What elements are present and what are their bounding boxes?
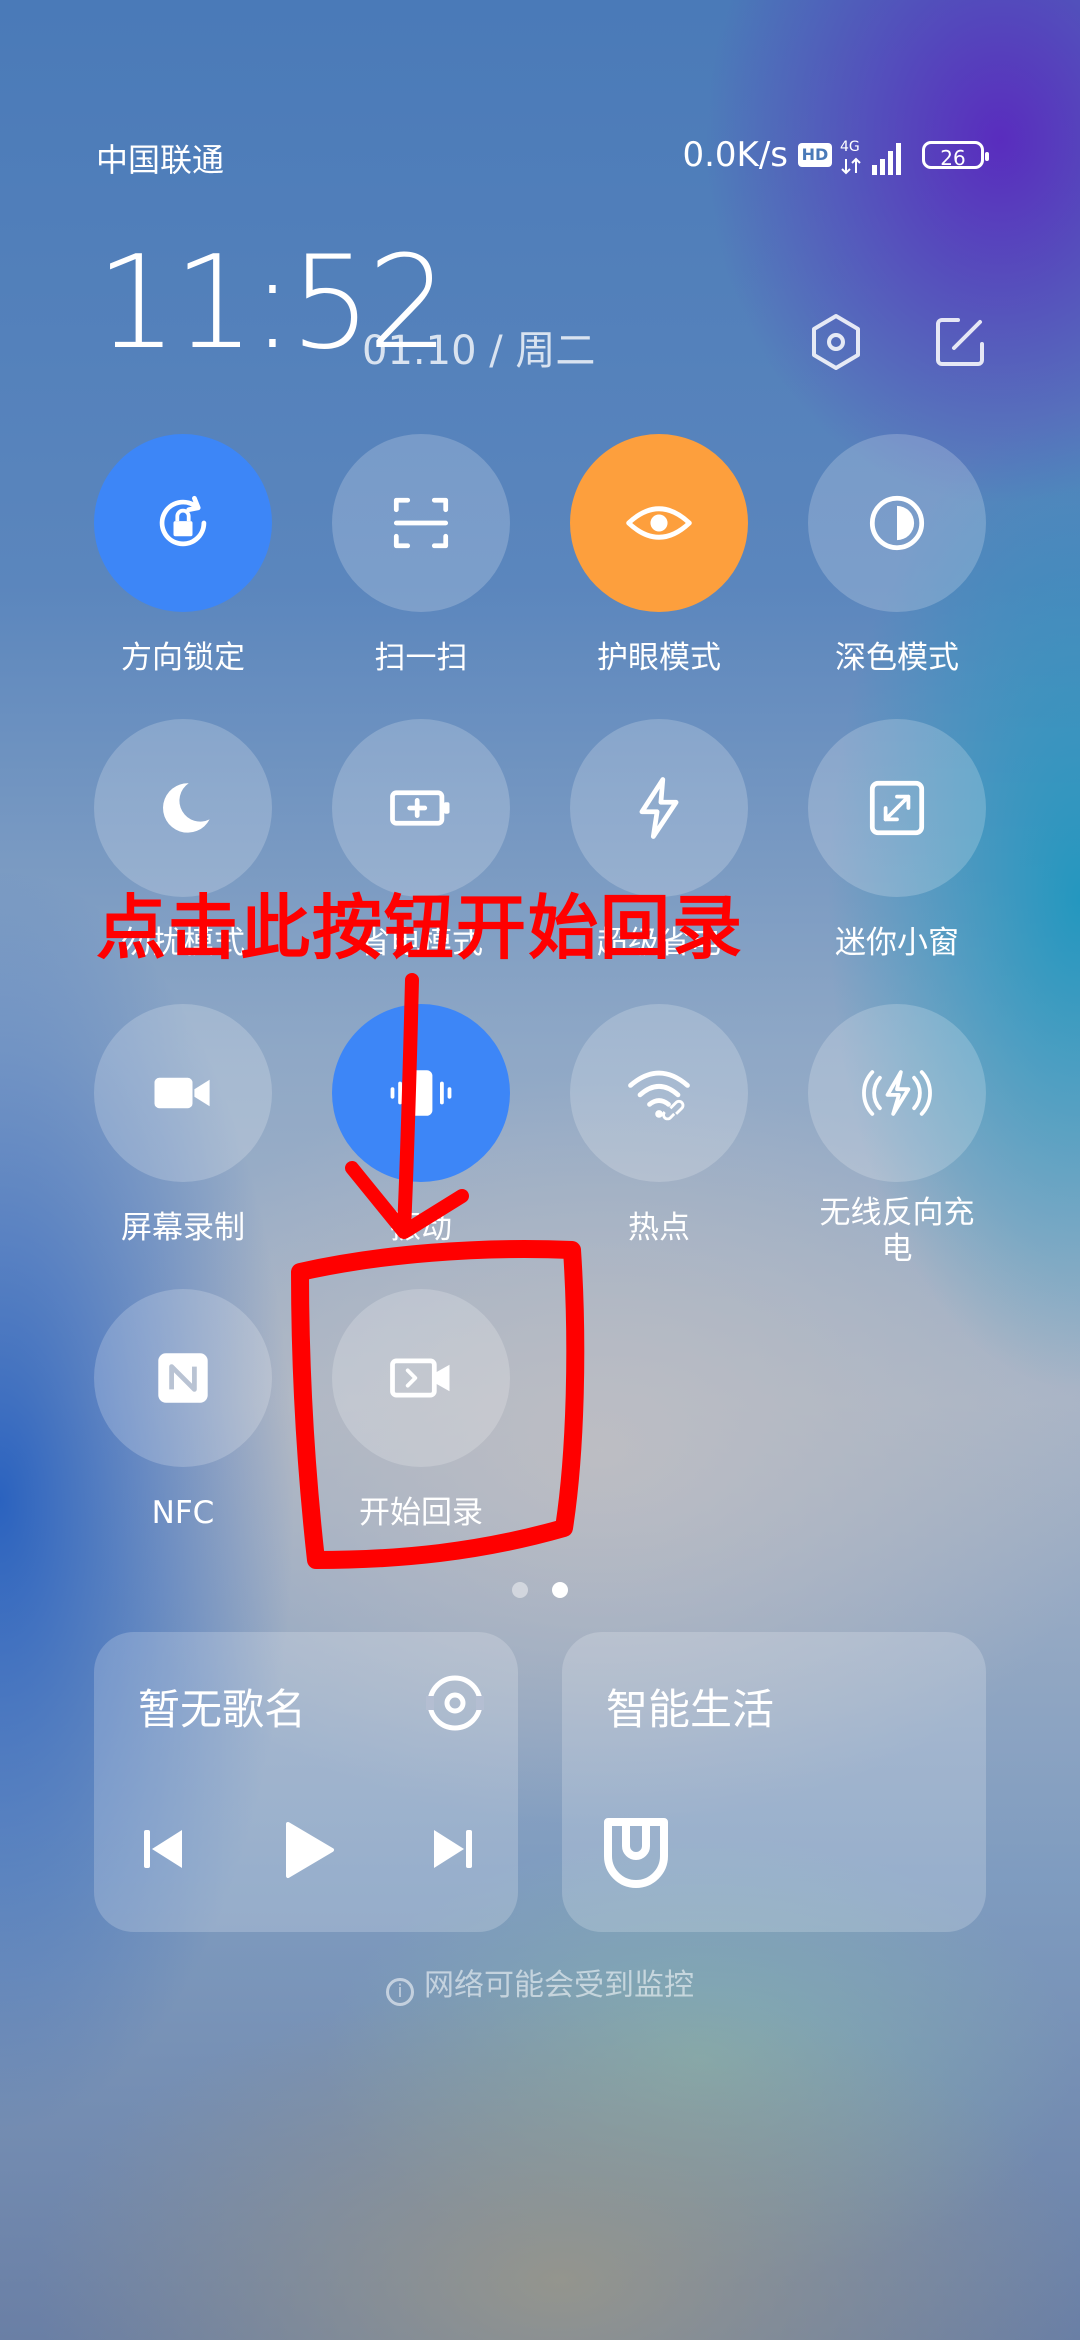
toggle-mini-window[interactable]: [808, 719, 986, 897]
toggle-eye-comfort[interactable]: [570, 434, 748, 612]
settings-icon[interactable]: [804, 310, 868, 374]
battery-saver-icon: [390, 790, 450, 826]
rotation-lock-icon: [159, 495, 207, 547]
tile-label: 护眼模式: [597, 640, 721, 676]
battery-indicator: 26: [922, 141, 989, 170]
smart-life-card[interactable]: 智能生活: [562, 1632, 986, 1932]
smart-life-title: 智能生活: [606, 1685, 775, 1734]
network-type: 4G: [840, 139, 860, 155]
toggle-scan[interactable]: [332, 434, 510, 612]
mi-home-icon: [604, 1818, 668, 1888]
toggle-screen-record[interactable]: [94, 1004, 272, 1182]
media-card[interactable]: 暂无歌名: [94, 1632, 518, 1932]
toggle-reverse-charge[interactable]: [808, 1004, 986, 1182]
tile-label: 方向锁定: [121, 640, 245, 676]
tile-label: 开始回录: [359, 1495, 483, 1531]
annotation-text: 点击此按钮开始回录: [96, 887, 744, 969]
tile-label: 振动: [390, 1210, 452, 1246]
toggle-vibrate[interactable]: [332, 1004, 510, 1182]
carrier-name: 中国联通: [96, 141, 225, 179]
toggle-ultra-saver[interactable]: [570, 719, 748, 897]
scan-icon: [393, 497, 449, 549]
bolt-icon: [639, 777, 679, 839]
signal-icon: 4G: [840, 139, 901, 175]
vibrate-icon: [390, 1070, 452, 1116]
play-icon[interactable]: [280, 1820, 336, 1880]
hd-badge: HD: [798, 143, 832, 167]
toggle-nfc[interactable]: [94, 1289, 272, 1467]
cast-icon[interactable]: [424, 1672, 486, 1734]
moon-icon: [162, 783, 210, 833]
toggle-hotspot[interactable]: [570, 1004, 748, 1182]
toggle-replay-record[interactable]: [332, 1289, 510, 1467]
page-dot-1[interactable]: [512, 1582, 528, 1598]
tile-label: 无线反向充电: [819, 1195, 975, 1267]
previous-track-icon[interactable]: [138, 1824, 188, 1874]
tile-label: 热点: [628, 1210, 690, 1246]
replay-record-icon: [390, 1358, 450, 1398]
tile-label: 迷你小窗: [835, 925, 959, 961]
tile-label: 屏幕录制: [121, 1210, 245, 1246]
eye-icon: [626, 506, 692, 540]
hotspot-icon: [628, 1070, 690, 1121]
nfc-icon: [158, 1353, 208, 1403]
toggle-dark-mode[interactable]: [808, 434, 986, 612]
toggle-do-not-disturb[interactable]: [94, 719, 272, 897]
reverse-charge-icon: [862, 1070, 932, 1116]
date-label: 01.10 / 周二: [362, 328, 596, 374]
media-title: 暂无歌名: [138, 1685, 307, 1734]
mini-window-icon: [869, 780, 925, 836]
dark-mode-icon: [869, 495, 925, 551]
edit-icon[interactable]: [928, 310, 992, 374]
status-bar: 中国联通 0.0K/s HD 4G 26: [96, 135, 989, 185]
tile-label: 深色模式: [835, 640, 959, 676]
network-speed: 0.0K/s: [682, 135, 788, 175]
toggle-rotation-lock[interactable]: [94, 434, 272, 612]
info-icon: i: [386, 1978, 414, 2006]
next-track-icon[interactable]: [428, 1824, 478, 1874]
network-warning: i 网络可能会受到监控: [0, 1960, 1080, 2006]
tile-label: 扫一扫: [374, 640, 468, 676]
video-camera-icon: [154, 1077, 210, 1109]
page-dot-2[interactable]: [552, 1582, 568, 1598]
tile-label: NFC: [151, 1495, 215, 1531]
warning-text: 网络可能会受到监控: [424, 1968, 694, 2003]
toggle-battery-saver[interactable]: [332, 719, 510, 897]
